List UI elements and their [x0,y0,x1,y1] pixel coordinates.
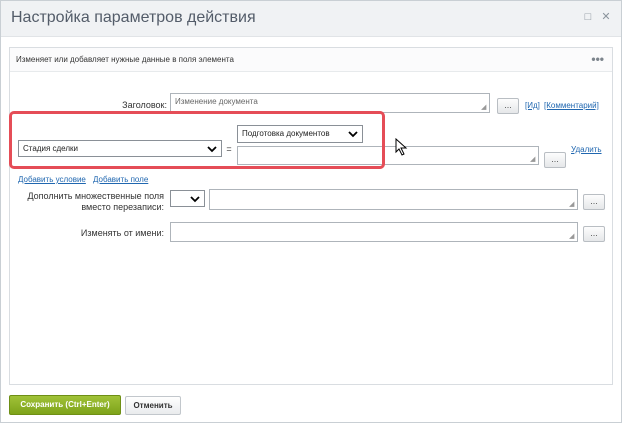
dialog-titlebar[interactable]: Настройка параметров действия □ ✕ [1,1,621,37]
add-condition-link[interactable]: Добавить условие [18,175,86,184]
cancel-button[interactable]: Отменить [125,396,181,415]
condition-field-select[interactable]: Стадия сделки [18,140,222,157]
id-link[interactable]: [Ид] [525,101,540,110]
append-multiple-label-line1: Дополнить множественные поля [27,191,164,201]
mouse-cursor-icon [395,138,408,156]
condition-field-value: Стадия сделки [23,144,78,153]
title-dots-button[interactable]: ... [497,98,519,114]
append-multiple-label-line2: вместо перезаписи: [81,202,164,212]
resize-handle-icon[interactable]: ◢ [530,156,537,163]
minimize-icon[interactable]: □ [581,10,595,24]
dialog-footer: Сохранить (Ctrl+Enter) Отменить [1,391,621,422]
condition-dots-button[interactable]: ... [544,152,566,168]
save-button[interactable]: Сохранить (Ctrl+Enter) [9,395,121,415]
append-multiple-select[interactable] [170,190,205,207]
chevron-down-icon [190,195,200,202]
comment-link[interactable]: [Комментарий] [544,101,599,110]
delete-condition-link[interactable]: Удалить [571,145,602,154]
title-label: Заголовок: [122,100,167,110]
equals-sign: = [226,144,232,154]
more-options-icon[interactable]: ••• [591,52,604,66]
action-settings-dialog: Настройка параметров действия □ ✕ Изменя… [0,0,622,423]
resize-handle-icon[interactable]: ◢ [569,201,576,208]
condition-value-select[interactable]: Подготовка документов [237,125,363,143]
chevron-down-icon [207,145,217,152]
append-multiple-dots-button[interactable]: ... [583,194,605,210]
title-input[interactable]: Изменение документа ◢ [170,93,490,113]
add-field-link[interactable]: Добавить поле [93,175,148,184]
change-as-user-dots-button[interactable]: ... [583,226,605,242]
description-bar: Изменяет или добавляет нужные данные в п… [10,48,612,72]
condition-value-input[interactable]: ◢ [237,146,539,165]
dialog-title: Настройка параметров действия [11,9,256,26]
resize-handle-icon[interactable]: ◢ [481,104,488,111]
change-as-user-label: Изменять от имени: [80,228,164,238]
title-input-value: Изменение документа [175,97,258,106]
chevron-down-icon [348,131,358,138]
description-text: Изменяет или добавляет нужные данные в п… [16,55,234,64]
change-as-user-input[interactable]: ◢ [170,222,578,242]
condition-value-selected: Подготовка документов [242,129,330,138]
resize-handle-icon[interactable]: ◢ [569,233,576,240]
close-icon[interactable]: ✕ [599,10,613,24]
append-multiple-input[interactable]: ◢ [209,189,578,210]
